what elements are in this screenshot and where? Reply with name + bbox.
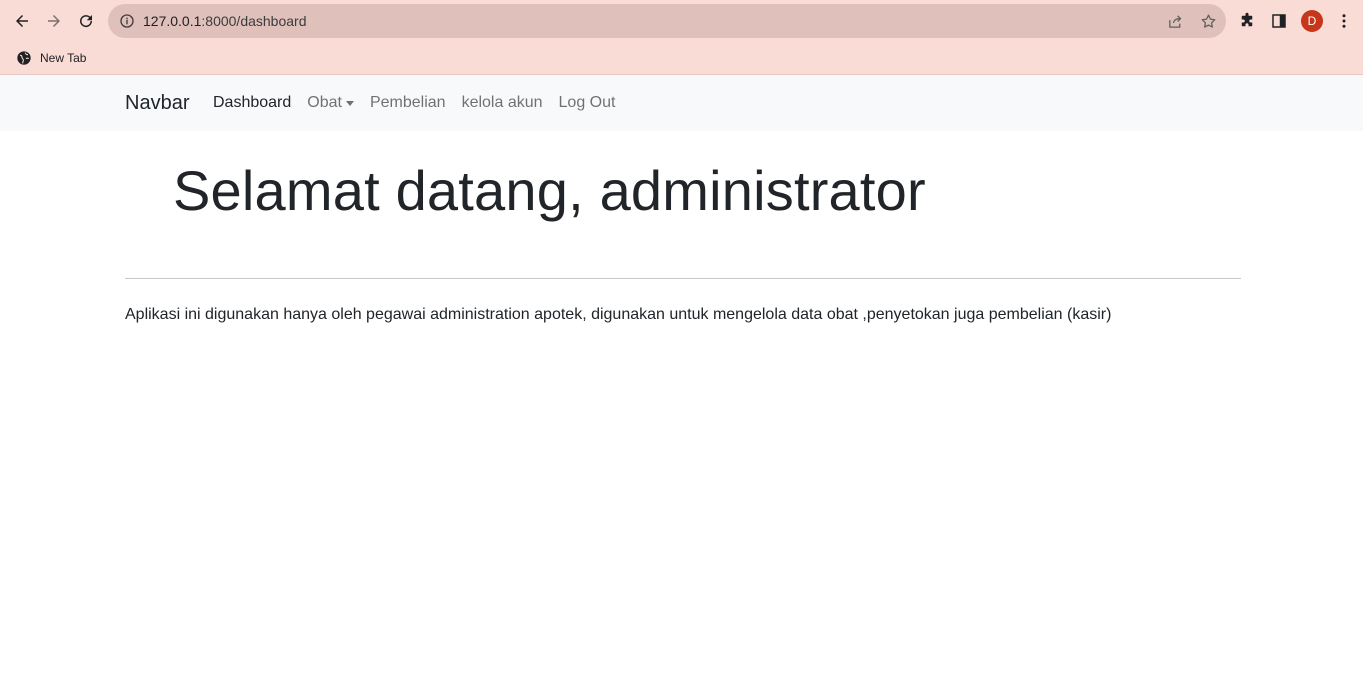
url-text[interactable]: 127.0.0.1:8000/dashboard [143, 13, 306, 29]
nav-link-obat-label: Obat [307, 94, 342, 111]
bookmark-new-tab[interactable]: New Tab [12, 47, 90, 69]
nav-link-obat-dropdown[interactable]: Obat [299, 94, 362, 112]
side-panel-icon[interactable] [1269, 11, 1289, 31]
caret-down-icon [345, 100, 354, 106]
site-info-icon[interactable] [118, 12, 136, 30]
forward-button[interactable] [42, 9, 66, 33]
reload-button[interactable] [74, 9, 98, 33]
back-button[interactable] [10, 9, 34, 33]
bookmarks-bar: New Tab [0, 42, 1363, 74]
browser-toolbar: 127.0.0.1:8000/dashboard D [0, 0, 1363, 42]
arrow-left-icon [16, 15, 28, 27]
profile-avatar[interactable]: D [1301, 10, 1323, 32]
navbar-brand[interactable]: Navbar [125, 92, 189, 115]
arrow-right-icon [48, 15, 60, 27]
extensions-icon[interactable] [1237, 11, 1257, 31]
share-icon[interactable] [1166, 12, 1184, 30]
page-title: Selamat datang, administrator [173, 159, 926, 222]
url-path: :8000/dashboard [201, 13, 307, 29]
page-description: Aplikasi ini digunakan hanya oleh pegawa… [125, 306, 1112, 323]
nav-link-kelola-akun[interactable]: kelola akun [454, 94, 551, 112]
nav-link-dashboard[interactable]: Dashboard [205, 94, 299, 112]
browser-chrome: 127.0.0.1:8000/dashboard D New Tab [0, 0, 1363, 75]
nav-link-pembelian[interactable]: Pembelian [362, 94, 454, 112]
site-navbar: Navbar Dashboard Obat Pembelian kelola a… [0, 75, 1363, 131]
menu-kebab-icon[interactable] [1334, 11, 1354, 31]
divider [125, 278, 1241, 279]
nav-links: Dashboard Obat Pembelian kelola akun Log… [205, 94, 623, 112]
bookmark-star-icon[interactable] [1199, 12, 1217, 30]
globe-icon [17, 51, 31, 65]
bookmark-label: New Tab [40, 51, 87, 65]
nav-link-logout[interactable]: Log Out [551, 94, 624, 112]
url-host: 127.0.0.1 [143, 13, 202, 29]
address-bar[interactable]: 127.0.0.1:8000/dashboard [108, 4, 1226, 38]
reload-icon [80, 15, 93, 28]
